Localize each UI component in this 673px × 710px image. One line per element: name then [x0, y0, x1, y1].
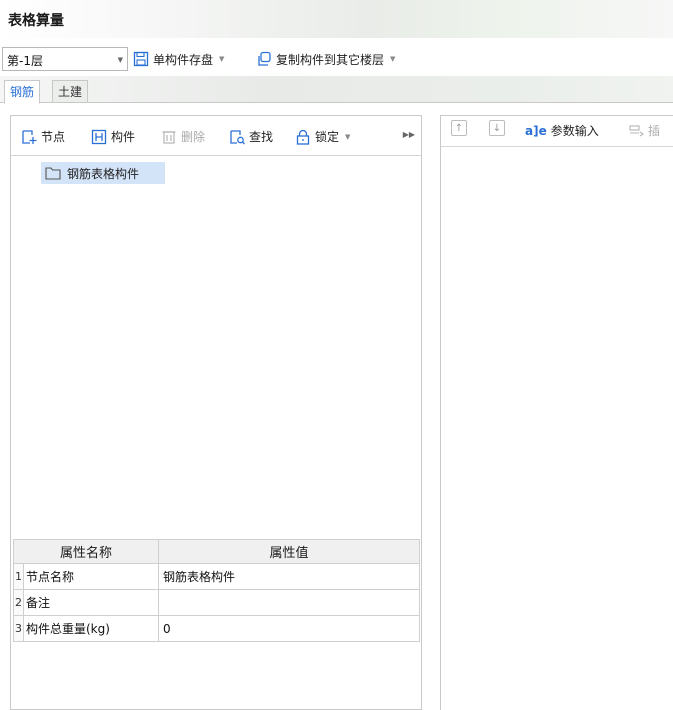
move-down-button[interactable]: ↓	[489, 120, 505, 136]
chevron-down-icon[interactable]: ▼	[345, 133, 350, 141]
param-input-icon: a]e	[525, 123, 547, 138]
property-value-cell[interactable]: 0	[158, 615, 420, 642]
table-row[interactable]: 3 构件总重量(kg) 0	[13, 615, 420, 642]
delete-button[interactable]: 删除	[161, 128, 205, 145]
find-icon	[230, 129, 245, 144]
arrow-up-icon: ↑	[454, 122, 464, 134]
arrow-down-icon: ↓	[492, 122, 502, 134]
table-row[interactable]: 2 备注	[13, 589, 420, 616]
add-node-label: 节点	[41, 130, 66, 144]
property-value-header: 属性值	[158, 539, 420, 564]
main-toolbar: 第-1层 ▼ 单构件存盘 ▼ 复制构件到其它楼层 ▼	[0, 46, 673, 74]
component-icon	[91, 129, 107, 144]
property-name-header: 属性名称	[13, 539, 159, 564]
tree-node-label: 钢筋表格构件	[67, 166, 140, 181]
param-input-label: 参数输入	[550, 124, 599, 138]
insert-label: 插	[648, 124, 661, 138]
component-tree-panel: 节点 构件 删除 查找 锁定 ▼ ▶▶ 钢筋表格构件 属性名称 属性值 1 节点…	[10, 115, 422, 710]
chevron-down-icon[interactable]: ▼	[219, 55, 224, 63]
folder-icon	[45, 167, 61, 180]
property-value-cell[interactable]: 钢筋表格构件	[158, 563, 420, 590]
tree-toolbar: 节点 构件 删除 查找 锁定 ▼ ▶▶	[11, 116, 421, 156]
property-table-header: 属性名称 属性值	[13, 539, 420, 564]
delete-label: 删除	[181, 130, 206, 144]
copy-to-floor-button[interactable]: 复制构件到其它楼层 ▼	[256, 49, 395, 69]
param-input-button[interactable]: a]e 参数输入	[525, 122, 599, 139]
copy-icon	[258, 51, 271, 66]
detail-toolbar: ↑ ↓ a]e 参数输入 插	[441, 116, 673, 147]
floor-select-value: 第-1层	[7, 54, 43, 68]
move-up-button[interactable]: ↑	[451, 120, 467, 136]
title-bar: 表格算量	[0, 0, 673, 38]
add-component-button[interactable]: 构件	[91, 128, 135, 145]
toolbar-overflow-icon[interactable]: ▶▶	[403, 130, 415, 139]
table-row[interactable]: 1 节点名称 钢筋表格构件	[13, 563, 420, 590]
insert-icon	[629, 124, 644, 136]
component-tree: 钢筋表格构件	[11, 157, 421, 532]
lock-button[interactable]: 锁定 ▼	[295, 128, 350, 145]
add-node-icon	[22, 129, 37, 144]
row-number: 2	[13, 589, 24, 616]
save-icon	[133, 51, 149, 67]
row-number: 3	[13, 615, 24, 642]
copy-to-floor-label: 复制构件到其它楼层	[276, 52, 385, 67]
find-label: 查找	[249, 130, 274, 144]
tab-rebar[interactable]: 钢筋	[4, 80, 41, 104]
floor-select[interactable]: 第-1层 ▼	[2, 47, 128, 71]
lock-label: 锁定	[315, 130, 340, 144]
trash-icon	[162, 130, 176, 144]
insert-button[interactable]: 插	[629, 122, 660, 139]
add-node-button[interactable]: 节点	[21, 128, 65, 145]
property-name-cell: 备注	[23, 589, 159, 616]
property-name-cell: 节点名称	[23, 563, 159, 590]
add-component-label: 构件	[111, 130, 136, 144]
row-number: 1	[13, 563, 24, 590]
property-table: 属性名称 属性值 1 节点名称 钢筋表格构件 2 备注 3 构件总重量(kg) …	[13, 539, 420, 642]
property-value-cell[interactable]	[158, 589, 420, 616]
chevron-down-icon: ▼	[117, 56, 123, 64]
property-name-cell: 构件总重量(kg)	[23, 615, 159, 642]
lock-icon	[296, 129, 310, 145]
find-button[interactable]: 查找	[229, 128, 273, 145]
tree-node-root[interactable]: 钢筋表格构件	[41, 162, 165, 184]
tab-civil[interactable]: 土建	[52, 80, 89, 103]
save-component-button[interactable]: 单构件存盘 ▼	[133, 49, 224, 69]
save-component-label: 单构件存盘	[153, 52, 214, 67]
chevron-down-icon[interactable]: ▼	[390, 55, 395, 63]
window-title: 表格算量	[8, 13, 64, 29]
detail-panel: ↑ ↓ a]e 参数输入 插	[440, 115, 673, 710]
tab-bar: 钢筋 土建	[0, 76, 673, 104]
